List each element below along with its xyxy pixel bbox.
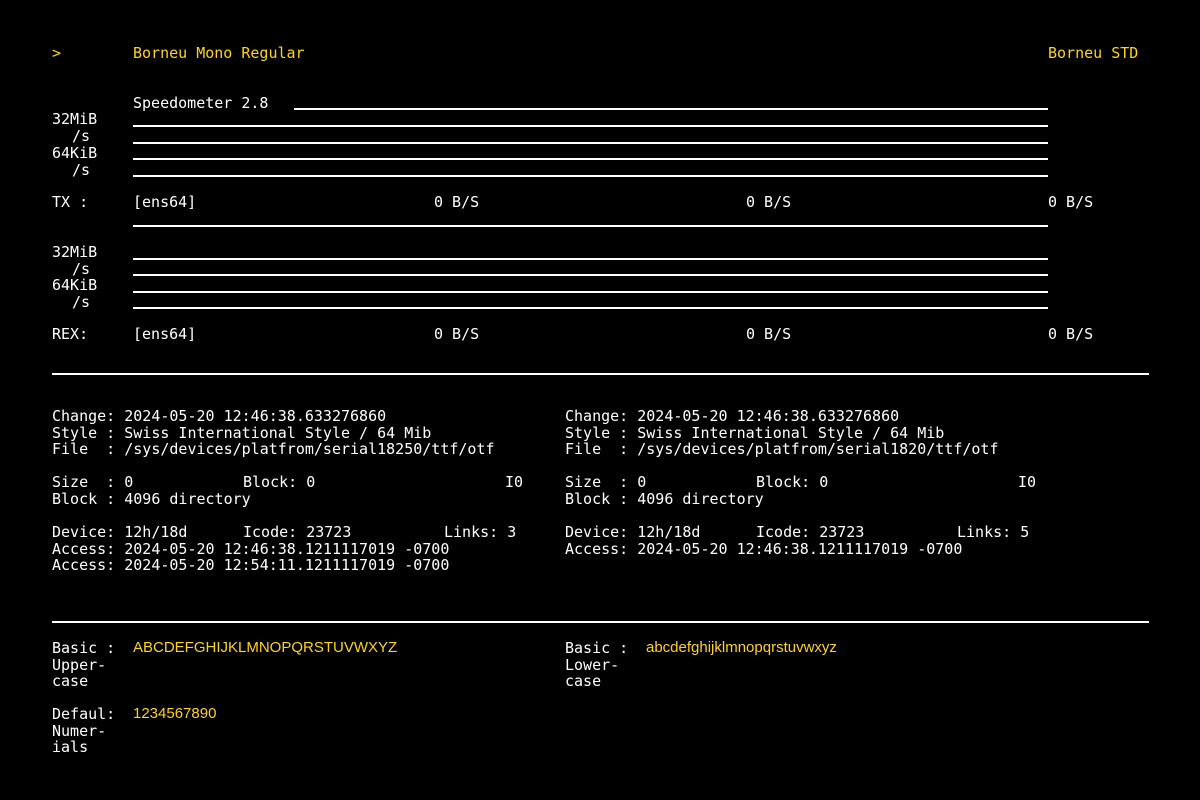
tx-interface: [ens64] (133, 193, 197, 211)
rex-scale-bottom-unit: /s (72, 293, 91, 311)
graph-line (133, 125, 1048, 127)
rex-interface: [ens64] (133, 325, 197, 343)
size-line: Size : 0 (52, 473, 134, 491)
graph-line (133, 225, 1048, 227)
section-divider (52, 373, 1149, 375)
rex-scale-top: 32MiB (52, 243, 98, 261)
links-value: Links: 5 (957, 523, 1030, 541)
prompt-symbol: > (52, 44, 62, 62)
change-line: Change: 2024-05-20 12:46:38.633276860 (565, 407, 900, 425)
rex-label: REX: (52, 325, 89, 343)
block-line: Block : 4096 directory (52, 490, 251, 508)
graph-line (294, 108, 1048, 110)
block-line: Block : 4096 directory (565, 490, 764, 508)
glyph-label: Basic : (565, 639, 629, 657)
lowercase-sample: abcdefghijklmnopqrstuvwxyz (646, 639, 837, 656)
numerals-sample: 1234567890 (133, 705, 217, 722)
access-line: Access: 2024-05-20 12:54:11.1211117019 -… (52, 556, 450, 574)
tx-reading: 0 B/S (746, 193, 792, 211)
graph-line (133, 142, 1048, 144)
block-count: Block: 0 (756, 473, 829, 491)
glyph-label: case (565, 672, 602, 690)
tx-scale-bottom: 64KiB (52, 144, 98, 162)
access-line: Access: 2024-05-20 12:46:38.1211117019 -… (565, 540, 963, 558)
file-path-line: File : /sys/devices/platfrom/serial18250… (52, 440, 495, 458)
brand-label: Borneu STD (1048, 44, 1139, 62)
icode-value: Icode: 23723 (756, 523, 865, 541)
uppercase-sample: ABCDEFGHIJKLMNOPQRSTUVWXYZ (133, 639, 398, 656)
graph-line (133, 274, 1048, 276)
device-line: Device: 12h/18d (52, 523, 188, 541)
graph-line (133, 258, 1048, 260)
device-line: Device: 12h/18d (565, 523, 701, 541)
font-name-title: Borneu Mono Regular (133, 44, 305, 62)
io-label: I0 (505, 473, 524, 491)
tx-reading: 0 B/S (434, 193, 480, 211)
tx-label: TX : (52, 193, 89, 211)
links-value: Links: 3 (444, 523, 517, 541)
tx-reading: 0 B/S (1048, 193, 1094, 211)
graph-line (133, 175, 1048, 177)
speedometer-title: Speedometer 2.8 (133, 94, 269, 112)
file-path-line: File : /sys/devices/platfrom/serial1820/… (565, 440, 999, 458)
graph-line (133, 158, 1048, 160)
tx-scale-top: 32MiB (52, 110, 98, 128)
glyph-label: ials (52, 738, 89, 756)
rex-reading: 0 B/S (434, 325, 480, 343)
graph-line (133, 307, 1048, 309)
block-count: Block: 0 (243, 473, 316, 491)
rex-scale-bottom: 64KiB (52, 276, 98, 294)
icode-value: Icode: 23723 (243, 523, 352, 541)
tx-scale-top-unit: /s (72, 127, 91, 145)
tx-scale-bottom-unit: /s (72, 161, 91, 179)
glyph-label: case (52, 672, 89, 690)
change-line: Change: 2024-05-20 12:46:38.633276860 (52, 407, 387, 425)
io-label: I0 (1018, 473, 1037, 491)
glyph-label: Defaul: (52, 705, 116, 723)
rex-reading: 0 B/S (1048, 325, 1094, 343)
rex-reading: 0 B/S (746, 325, 792, 343)
glyph-label: Basic : (52, 639, 116, 657)
graph-line (133, 291, 1048, 293)
section-divider (52, 621, 1149, 623)
size-line: Size : 0 (565, 473, 647, 491)
